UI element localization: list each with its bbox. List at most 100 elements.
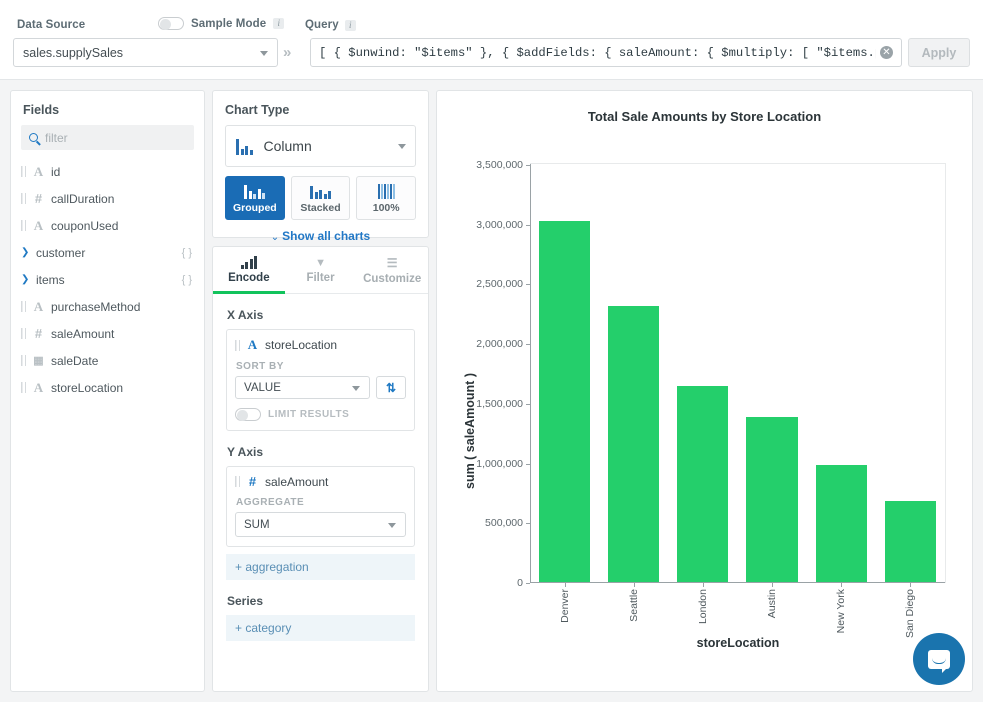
fields-filter-input[interactable]: filter	[21, 125, 194, 150]
field-item-saleamount[interactable]: # saleAmount	[11, 320, 204, 347]
limit-results-label: LIMIT RESULTS	[268, 409, 349, 420]
encode-tabs: Encode ▼ Filter ☰ Customize	[213, 247, 428, 294]
variant-label: Stacked	[300, 202, 340, 214]
x-axis-tick-label: Seattle	[628, 589, 640, 622]
field-label: storeLocation	[51, 381, 123, 395]
x-axis-tick-mark	[772, 583, 773, 587]
tab-filter[interactable]: ▼ Filter	[285, 247, 357, 293]
apply-button[interactable]: Apply	[908, 38, 970, 67]
aggregate-select[interactable]: SUM	[235, 512, 406, 537]
chevron-right-icon[interactable]: ❯	[21, 274, 30, 285]
drag-handle-icon[interactable]	[21, 355, 26, 366]
data-source-select[interactable]: sales.supplySales	[13, 38, 278, 67]
variant-label: 100%	[373, 202, 400, 214]
drag-handle-icon[interactable]	[21, 301, 26, 312]
chevron-down-icon	[388, 523, 396, 528]
add-aggregation-button[interactable]: + aggregation	[226, 554, 415, 580]
sample-mode-label: Sample Mode	[191, 18, 266, 30]
drag-handle-icon[interactable]	[21, 220, 26, 231]
drag-handle-icon[interactable]	[21, 166, 26, 177]
field-item-callduration[interactable]: # callDuration	[11, 185, 204, 212]
string-type-icon: A	[32, 380, 45, 396]
field-label: customer	[36, 246, 85, 260]
sample-mode-toggle[interactable]	[158, 17, 184, 30]
drag-handle-icon[interactable]	[21, 328, 26, 339]
chart-preview-panel: Total Sale Amounts by Store Location sum…	[436, 90, 973, 692]
sort-by-label: SORT BY	[236, 361, 406, 372]
show-all-charts-link[interactable]: ⌄Show all charts	[213, 229, 428, 243]
field-item-purchasemethod[interactable]: A purchaseMethod	[11, 293, 204, 320]
field-item-customer[interactable]: ❯ customer { }	[11, 239, 204, 266]
tab-customize[interactable]: ☰ Customize	[356, 247, 428, 293]
drag-handle-icon[interactable]	[21, 193, 26, 204]
info-icon[interactable]: i	[273, 18, 284, 29]
x-axis-tick-label: Austin	[766, 589, 778, 618]
drag-handle-icon[interactable]	[21, 382, 26, 393]
variant-stacked-button[interactable]: Stacked	[291, 176, 351, 220]
chart-variant-group: Grouped Stacked 100%	[225, 176, 416, 220]
expand-query-icon[interactable]: »	[283, 44, 291, 61]
query-input[interactable]: [ { $unwind: "$items" }, { $addFields: {…	[310, 38, 902, 67]
y-axis-tick-label: 3,000,000	[476, 219, 530, 231]
clear-icon[interactable]: ✕	[880, 46, 893, 59]
sort-direction-button[interactable]: ⇅	[376, 376, 406, 399]
search-icon	[29, 133, 38, 142]
chevron-down-icon	[352, 386, 360, 391]
field-item-items[interactable]: ❯ items { }	[11, 266, 204, 293]
bar-austin[interactable]	[746, 417, 797, 582]
sort-controls: VALUE ⇅	[235, 376, 406, 399]
mongodb-charts-builder: Data Source Sample Mode i Query i sales.…	[0, 0, 983, 702]
fields-filter-placeholder: filter	[45, 131, 68, 145]
chat-bubble-icon	[928, 650, 950, 669]
field-label: saleAmount	[51, 327, 114, 341]
variant-percent-button[interactable]: 100%	[356, 176, 416, 220]
field-item-couponused[interactable]: A couponUsed	[11, 212, 204, 239]
bar-new-york[interactable]	[816, 465, 867, 582]
chevron-right-icon[interactable]: ❯	[21, 247, 30, 258]
x-axis-tick-mark	[634, 583, 635, 587]
fields-list: A id # callDuration A couponUsed ❯ custo…	[11, 158, 204, 401]
chat-launcher-button[interactable]	[913, 633, 965, 685]
field-item-storelocation[interactable]: A storeLocation	[11, 374, 204, 401]
chart-type-select[interactable]: Column	[225, 125, 416, 167]
limit-results-group: LIMIT RESULTS	[235, 408, 406, 421]
bar-seattle[interactable]	[608, 306, 659, 582]
y-axis-tick-label: 1,000,000	[476, 458, 530, 470]
string-type-icon: A	[32, 218, 45, 234]
data-source-value: sales.supplySales	[23, 46, 123, 60]
aggregate-value: SUM	[244, 519, 270, 531]
x-axis-field-label: storeLocation	[265, 338, 337, 352]
drag-handle-icon[interactable]	[235, 476, 240, 487]
tab-label: Filter	[306, 272, 334, 284]
y-axis-field-label: saleAmount	[265, 475, 328, 489]
filter-funnel-icon: ▼	[315, 257, 326, 269]
variant-label: Grouped	[233, 202, 277, 214]
date-type-icon: ▦	[32, 354, 45, 367]
x-axis-tick-label: San Diego	[904, 589, 916, 638]
x-axis-tick-label: London	[697, 589, 709, 624]
field-label: items	[36, 273, 65, 287]
y-axis-field-chip[interactable]: # saleAmount	[235, 474, 406, 489]
y-axis-line	[530, 164, 531, 583]
sort-by-select[interactable]: VALUE	[235, 376, 370, 399]
query-value: [ { $unwind: "$items" }, { $addFields: {…	[319, 46, 876, 60]
info-icon[interactable]: i	[345, 20, 356, 31]
bar-denver[interactable]	[539, 221, 590, 582]
chart-title: Total Sale Amounts by Store Location	[437, 109, 972, 124]
field-label: saleDate	[51, 354, 98, 368]
field-item-id[interactable]: A id	[11, 158, 204, 185]
variant-grouped-button[interactable]: Grouped	[225, 176, 285, 220]
encode-panel: Encode ▼ Filter ☰ Customize X Axis A sto…	[212, 246, 429, 692]
percent-bars-icon	[378, 182, 395, 199]
field-item-saledate[interactable]: ▦ saleDate	[11, 347, 204, 374]
x-axis-field-chip[interactable]: A storeLocation	[235, 337, 406, 353]
bar-london[interactable]	[677, 386, 728, 582]
add-category-button[interactable]: + category	[226, 615, 415, 641]
drag-handle-icon[interactable]	[235, 340, 240, 351]
bar-san-diego[interactable]	[885, 501, 936, 582]
plot-area: 0500,0001,000,0001,500,0002,000,0002,500…	[530, 163, 946, 583]
x-axis-tick-label: Denver	[559, 589, 571, 623]
y-axis-tick-label: 3,500,000	[476, 159, 530, 171]
tab-encode[interactable]: Encode	[213, 247, 285, 293]
limit-results-toggle[interactable]	[235, 408, 261, 421]
